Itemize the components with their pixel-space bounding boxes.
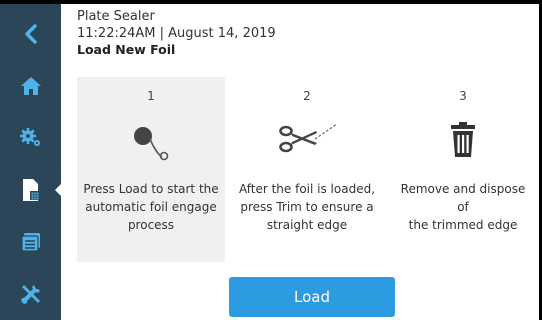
header: Plate Sealer 11:22:24AM | August 14, 201… bbox=[77, 9, 276, 58]
step-line: After the foil is loaded, bbox=[238, 182, 376, 196]
step-description: Remove and dispose of the trimmed edge bbox=[389, 180, 537, 234]
step-number: 1 bbox=[147, 89, 155, 103]
step-line: process bbox=[127, 218, 175, 232]
sidebar-item-list[interactable] bbox=[0, 218, 61, 266]
settings-gears-icon bbox=[19, 128, 40, 146]
step-line: press Trim to ensure a bbox=[240, 200, 374, 214]
back-button[interactable] bbox=[0, 10, 61, 58]
app-name: Plate Sealer bbox=[77, 9, 155, 24]
step-description: Press Load to start the automatic foil e… bbox=[77, 180, 225, 234]
home-icon bbox=[20, 77, 41, 95]
step-line: automatic foil engage bbox=[85, 200, 217, 214]
sidebar-item-tools[interactable] bbox=[0, 270, 61, 318]
step-number: 2 bbox=[303, 89, 311, 103]
foil-roll-icon bbox=[134, 127, 169, 161]
tools-icon bbox=[20, 285, 40, 304]
step-card-1: 1 Press Load to start the automatic foil… bbox=[77, 77, 225, 262]
step-card-3: 3 Remove and dispose of the trimmed edge bbox=[389, 77, 537, 262]
sidebar-item-home[interactable] bbox=[0, 62, 61, 110]
sidebar-item-settings[interactable] bbox=[0, 114, 61, 162]
scissors-cut-icon bbox=[279, 123, 338, 153]
sidebar-item-documents[interactable] bbox=[0, 166, 62, 214]
step-line: the trimmed edge bbox=[408, 218, 518, 232]
load-button[interactable]: Load bbox=[229, 277, 395, 317]
calendar-list-icon bbox=[20, 233, 40, 252]
trash-icon bbox=[451, 122, 475, 157]
step-line: Press Load to start the bbox=[83, 182, 219, 196]
step-description: After the foil is loaded, press Trim to … bbox=[233, 180, 381, 234]
step-line: Remove and dispose of bbox=[400, 182, 526, 214]
active-indicator bbox=[55, 183, 62, 197]
sidebar bbox=[0, 4, 62, 320]
step-number: 3 bbox=[459, 89, 467, 103]
datetime: 11:22:24AM | August 14, 2019 bbox=[77, 26, 276, 41]
document-icon bbox=[22, 179, 39, 201]
step-line: straight edge bbox=[266, 218, 348, 232]
page-title: Load New Foil bbox=[77, 42, 176, 57]
back-chevron-icon bbox=[24, 24, 37, 44]
step-card-2: 2 After the foil is loaded, press Trim t… bbox=[233, 77, 381, 262]
